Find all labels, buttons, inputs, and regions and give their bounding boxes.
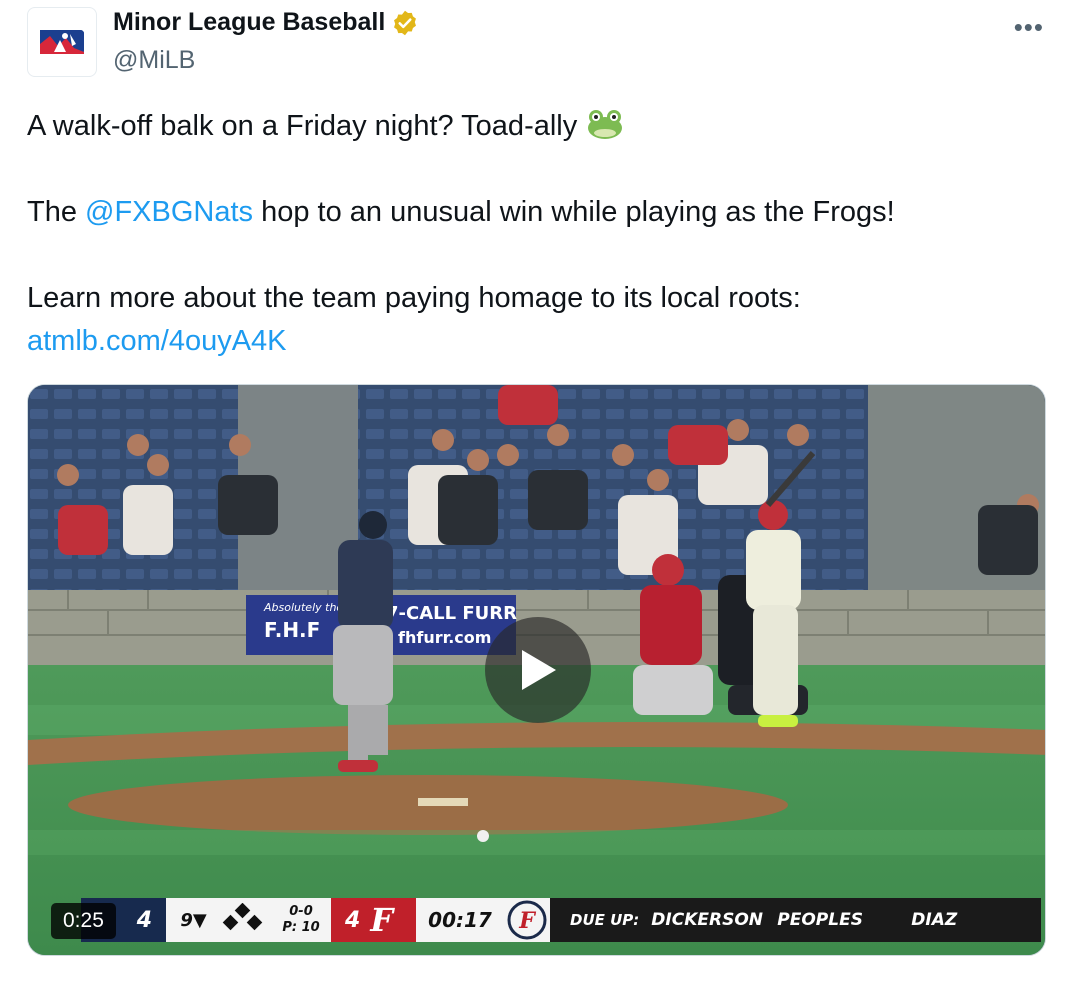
video-player[interactable]: Absolutely the F.H.F 7-CALL FURR fhfurr.… (27, 384, 1046, 956)
article-link[interactable]: atmlb.com/4ouyA4K (27, 325, 287, 357)
banner-text-1: Absolutely the (263, 601, 343, 614)
due-up-batter: DICKERSON (651, 910, 763, 930)
count: 0-0 P: 10 (271, 904, 331, 936)
account-handle[interactable]: @MiLB (113, 46, 195, 75)
bases-icon (221, 902, 271, 937)
tweet-line-2: The @FXBGNats hop to an unusual win whil… (27, 196, 895, 228)
mention-link[interactable]: @FXBGNats (85, 196, 253, 228)
svg-text:F: F (518, 908, 536, 934)
pitch-clock: 00:17 (428, 908, 492, 932)
due-up-label: DUE UP: (570, 911, 640, 929)
due-up-bar: DUE UP: DICKERSON PEOPLES DIAZ (550, 898, 1041, 942)
banner-text-2: F.H.F (264, 618, 320, 642)
milb-logo-icon (40, 30, 84, 54)
team-logo-icon: F (504, 900, 550, 940)
banner-site: fhfurr.com (398, 628, 491, 647)
banner-phone: 7-CALL FURR (386, 603, 517, 624)
tweet-line-1: A walk-off balk on a Friday night? Toad-… (27, 105, 1037, 148)
inning: 9▼ (180, 909, 207, 931)
home-score-box: 4 F (331, 898, 416, 942)
due-up-batter: DIAZ (911, 910, 958, 930)
frog-emoji-icon (588, 110, 623, 139)
home-score: 4 (345, 907, 361, 933)
tweet-text: A walk-off balk on a Friday night? Toad-… (27, 105, 1037, 363)
play-icon (522, 650, 556, 690)
play-button[interactable] (485, 617, 591, 723)
home-logo-letter: F (370, 901, 394, 939)
more-options-button[interactable]: ••• (1014, 12, 1044, 43)
avatar[interactable] (27, 7, 97, 77)
scorebug: 4 9▼ 0-0 P: 10 4 F 00:17 F DUE UP: DICKE… (81, 898, 1041, 942)
ellipsis-icon: ••• (1013, 12, 1044, 42)
due-up-batter: PEOPLES (777, 910, 863, 930)
video-duration: 0:25 (51, 903, 116, 939)
tweet-line-3: Learn more about the team paying homage … (27, 282, 801, 314)
display-name[interactable]: Minor League Baseball (113, 8, 385, 37)
pitch-count: P: 10 (282, 920, 320, 935)
verified-badge-icon (394, 10, 417, 35)
